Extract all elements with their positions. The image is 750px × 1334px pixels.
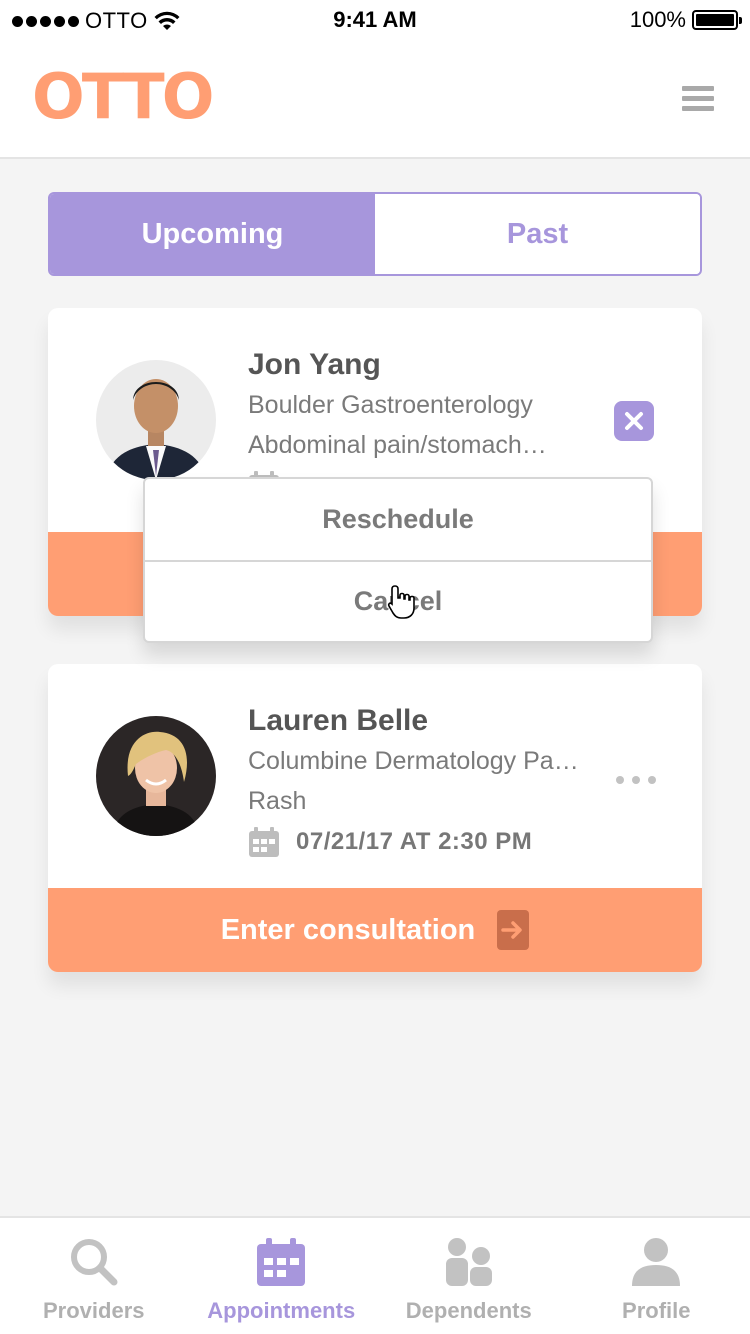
practice-name: Boulder Gastroenterology <box>248 391 533 419</box>
doctor-name: Jon Yang <box>248 348 381 381</box>
appointment-date: 07/21/17 AT 2:30 PM <box>296 828 533 855</box>
tab-providers[interactable]: Providers <box>0 1218 188 1334</box>
tab-upcoming[interactable]: Upcoming <box>50 194 375 274</box>
calendar-icon <box>257 1238 306 1286</box>
status-right: 100% <box>629 7 742 33</box>
status-bar: OTTO 9:41 AM 100% <box>0 0 750 40</box>
visit-reason: Abdominal pain/stomach… <box>248 431 547 459</box>
tab-appointments[interactable]: Appointments <box>188 1218 376 1334</box>
hand-cursor-icon <box>387 585 415 619</box>
battery-percent: 100% <box>629 7 686 32</box>
bottom-tab-bar: Providers Appointments Dependents Profil… <box>0 1216 750 1334</box>
otto-logo: OTTO <box>32 60 214 133</box>
enter-consultation-button[interactable]: Enter consultation <box>48 888 702 972</box>
dependents-icon <box>445 1238 492 1286</box>
tab-dependents-label: Dependents <box>405 1298 532 1323</box>
avatar <box>96 360 216 480</box>
practice-name: Columbine Dermatology Pa… <box>248 747 579 775</box>
enter-consultation-label: Enter consultation <box>220 913 476 946</box>
enter-arrow-icon <box>497 910 530 950</box>
appointments-segmented-control: Upcoming Past <box>48 192 702 276</box>
search-icon <box>70 1239 118 1286</box>
tab-appointments-label: Appointments <box>207 1298 356 1323</box>
close-button[interactable] <box>614 401 654 441</box>
appointment-date-row: 07/21/17 AT 2:30 PM <box>248 826 532 858</box>
visit-reason: Rash <box>248 787 307 815</box>
tab-past[interactable]: Past <box>375 194 700 274</box>
doctor-name: Lauren Belle <box>248 704 429 737</box>
tab-profile-label: Profile <box>622 1298 691 1323</box>
calendar-icon <box>249 827 279 857</box>
tab-providers-label: Providers <box>43 1298 145 1323</box>
avatar <box>96 716 216 836</box>
reschedule-menu-item[interactable]: Reschedule <box>145 479 651 560</box>
more-options-icon[interactable] <box>616 760 656 800</box>
hamburger-menu-icon[interactable] <box>682 86 714 112</box>
profile-icon <box>632 1238 681 1286</box>
app-header: OTTO <box>0 40 750 159</box>
tab-dependents[interactable]: Dependents <box>375 1218 563 1334</box>
battery-icon <box>692 10 742 30</box>
tab-profile[interactable]: Profile <box>563 1218 750 1334</box>
appointment-card: Lauren Belle Columbine Dermatology Pa… R… <box>48 664 702 972</box>
close-icon <box>625 412 643 430</box>
